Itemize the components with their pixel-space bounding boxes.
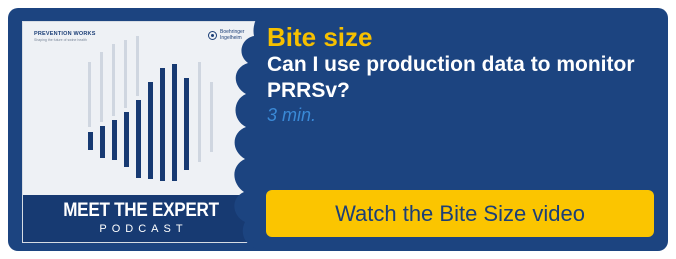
watch-video-button[interactable]: Watch the Bite Size video — [266, 190, 654, 237]
kicker-label: Bite size — [267, 22, 373, 52]
video-duration: 3 min. — [267, 105, 317, 125]
podcast-promo-card: PREVENTION WORKS Shaping the future of s… — [8, 8, 668, 251]
video-title: Can I use production data to monitor PRR… — [267, 53, 635, 102]
